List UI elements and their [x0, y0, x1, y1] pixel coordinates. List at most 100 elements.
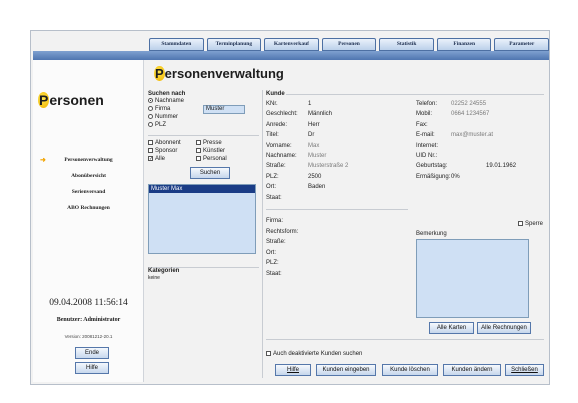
suchen-button[interactable]: Suchen — [190, 167, 230, 179]
alle-rechnungen-button[interactable]: Alle Rechnungen — [477, 322, 531, 334]
checkbox-label: Abonnent — [155, 140, 181, 147]
customer-group-title: Kunde — [266, 91, 285, 97]
left-sidebar: Personen ➜ Personenverwaltung Abonübersic… — [33, 60, 144, 382]
tab-personen[interactable]: Personen — [321, 38, 377, 51]
vertical-divider — [262, 90, 263, 378]
contact-field-label: UID Nr.: — [416, 153, 438, 159]
schliessen-button[interactable]: Schließen — [505, 364, 544, 376]
contact-field-value[interactable]: max@muster.at — [451, 132, 493, 138]
radio-icon — [148, 106, 153, 111]
page-title-text: ersonenverwaltung — [164, 66, 284, 81]
checkbox-icon — [518, 221, 523, 226]
check-abonnent[interactable]: Abonnent — [148, 140, 181, 147]
contact-field-label: Ermäßigung: — [416, 173, 451, 180]
check-deaktivierte[interactable]: Auch deaktivierte Kunden suchen — [266, 351, 362, 358]
hilfe-button-sidebar[interactable]: Hilfe — [75, 362, 109, 374]
customer-field-label: Vorname: — [266, 142, 292, 149]
radio-selected-icon — [148, 98, 153, 103]
hilfe-button[interactable]: Hilfe — [275, 364, 311, 376]
sidebar-item-personenverwaltung[interactable]: ➜ Personenverwaltung — [33, 152, 144, 168]
customer-field-value[interactable]: Männlich — [308, 111, 332, 117]
company-field-label: PLZ: — [266, 260, 279, 267]
sidebar-item-label: ABO Rechnungen — [67, 205, 110, 211]
customer-field-label: Straße: — [266, 163, 286, 170]
version-label: Version: 20081212-20.1 — [64, 334, 113, 339]
title-initial-ball: P — [38, 92, 50, 108]
kunden-aendern-button[interactable]: Kunden ändern — [443, 364, 501, 376]
customer-field-label: PLZ: — [266, 173, 279, 180]
tab-statistik[interactable]: Statistik — [379, 38, 434, 51]
check-personal[interactable]: Personal — [196, 156, 227, 163]
sidebar-item-serienversand[interactable]: Serienversand — [33, 184, 144, 200]
sidebar-nav: ➜ Personenverwaltung Abonübersicht Serien… — [33, 152, 144, 216]
checkbox-icon — [196, 140, 201, 145]
radio-firma[interactable]: Firma — [148, 106, 170, 113]
tab-finanzen[interactable]: Finanzen — [436, 38, 492, 51]
radio-nummer[interactable]: Nummer — [148, 114, 178, 121]
page-title: Personenverwaltung — [154, 66, 284, 81]
checkbox-label: Auch deaktivierte Kunden suchen — [273, 351, 363, 358]
checkbox-label: Presse — [203, 140, 222, 147]
kunde-loeschen-button[interactable]: Kunde löschen — [382, 364, 438, 376]
customer-field-value[interactable]: Baden — [308, 184, 325, 190]
divider — [266, 209, 408, 210]
customer-field-label: Anrede: — [266, 121, 288, 128]
current-user: Benutzer: Administrator — [56, 317, 121, 323]
bemerkung-textarea[interactable] — [416, 239, 529, 318]
customer-field-value[interactable]: Musterstraße 2 — [308, 163, 348, 169]
customer-field-label: Titel: — [266, 132, 279, 139]
search-input[interactable]: Muster — [203, 105, 245, 114]
radio-label: Nachname — [155, 98, 185, 105]
tab-kartenverkauf[interactable]: Kartenverkauf — [264, 38, 319, 51]
active-arrow-icon: ➜ — [40, 156, 46, 164]
button-label: Schließen — [511, 367, 538, 373]
customer-field-value[interactable]: 1 — [308, 101, 311, 107]
check-alle[interactable]: Alle — [148, 156, 165, 163]
sidebar-item-abonuebersicht[interactable]: Abonübersicht — [33, 168, 144, 184]
current-datetime: 09.04.2008 11:56:14 — [49, 298, 128, 308]
sidebar-item-label: Abonübersicht — [71, 173, 106, 179]
customer-field-label: Geschlecht: — [266, 111, 298, 118]
company-field-label: Straße: — [266, 239, 286, 246]
sidebar-item-abo-rechnungen[interactable]: ABO Rechnungen — [33, 200, 144, 216]
customer-field-value[interactable]: Muster — [308, 153, 326, 159]
contact-field-value[interactable]: 19.01.1962 — [486, 163, 516, 169]
ende-button[interactable]: Ende — [75, 347, 109, 359]
customer-field-value[interactable]: Dr — [308, 132, 314, 138]
tab-stammdaten[interactable]: Stammdaten — [149, 38, 204, 51]
radio-plz[interactable]: PLZ — [148, 122, 166, 129]
check-presse[interactable]: Presse — [196, 140, 222, 147]
tab-parameter[interactable]: Parameter — [494, 38, 550, 51]
contact-field-value[interactable]: 0664 1234567 — [451, 111, 489, 117]
alle-karten-button[interactable]: Alle Karten — [429, 322, 474, 334]
list-item[interactable]: Muster Max — [149, 185, 255, 193]
checkbox-icon — [266, 351, 271, 356]
customer-field-value[interactable]: 2500 — [308, 174, 321, 180]
tab-terminplanung[interactable]: Terminplanung — [206, 38, 262, 51]
radio-nachname[interactable]: Nachname — [148, 98, 184, 105]
search-results-list[interactable]: Muster Max — [148, 184, 256, 254]
contact-field-value[interactable]: 02252 24555 — [451, 101, 486, 107]
customer-field-label: KNr. — [266, 101, 278, 107]
company-field-label: Ort: — [266, 249, 276, 256]
customer-field-label: Staat: — [266, 194, 282, 201]
checkbox-icon — [196, 148, 201, 153]
contact-field-value[interactable]: 0% — [451, 174, 460, 180]
customer-field-label: Nachname: — [266, 153, 297, 159]
categories-group-title: Kategorien — [148, 268, 180, 274]
check-sponsor[interactable]: Sponsor — [148, 148, 177, 155]
sperre-checkbox[interactable]: Sperre — [518, 221, 543, 227]
contact-field-label: Mobil: — [416, 111, 433, 118]
kunden-eingeben-button[interactable]: Kunden eingeben — [316, 364, 376, 376]
sidebar-item-label: Serienversand — [71, 189, 106, 195]
customer-field-value[interactable]: Max — [308, 143, 319, 149]
bemerkung-label: Bemerkung — [416, 231, 447, 237]
divider — [266, 339, 544, 340]
customer-field-label: Ort: — [266, 184, 276, 191]
button-label: Hilfe — [286, 367, 299, 373]
checkbox-checked-icon — [148, 156, 153, 161]
radio-icon — [148, 114, 153, 119]
tab-bar-underline — [33, 51, 549, 60]
check-kuenstler[interactable]: Künstler — [196, 148, 225, 155]
customer-field-value[interactable]: Herr — [308, 122, 320, 128]
